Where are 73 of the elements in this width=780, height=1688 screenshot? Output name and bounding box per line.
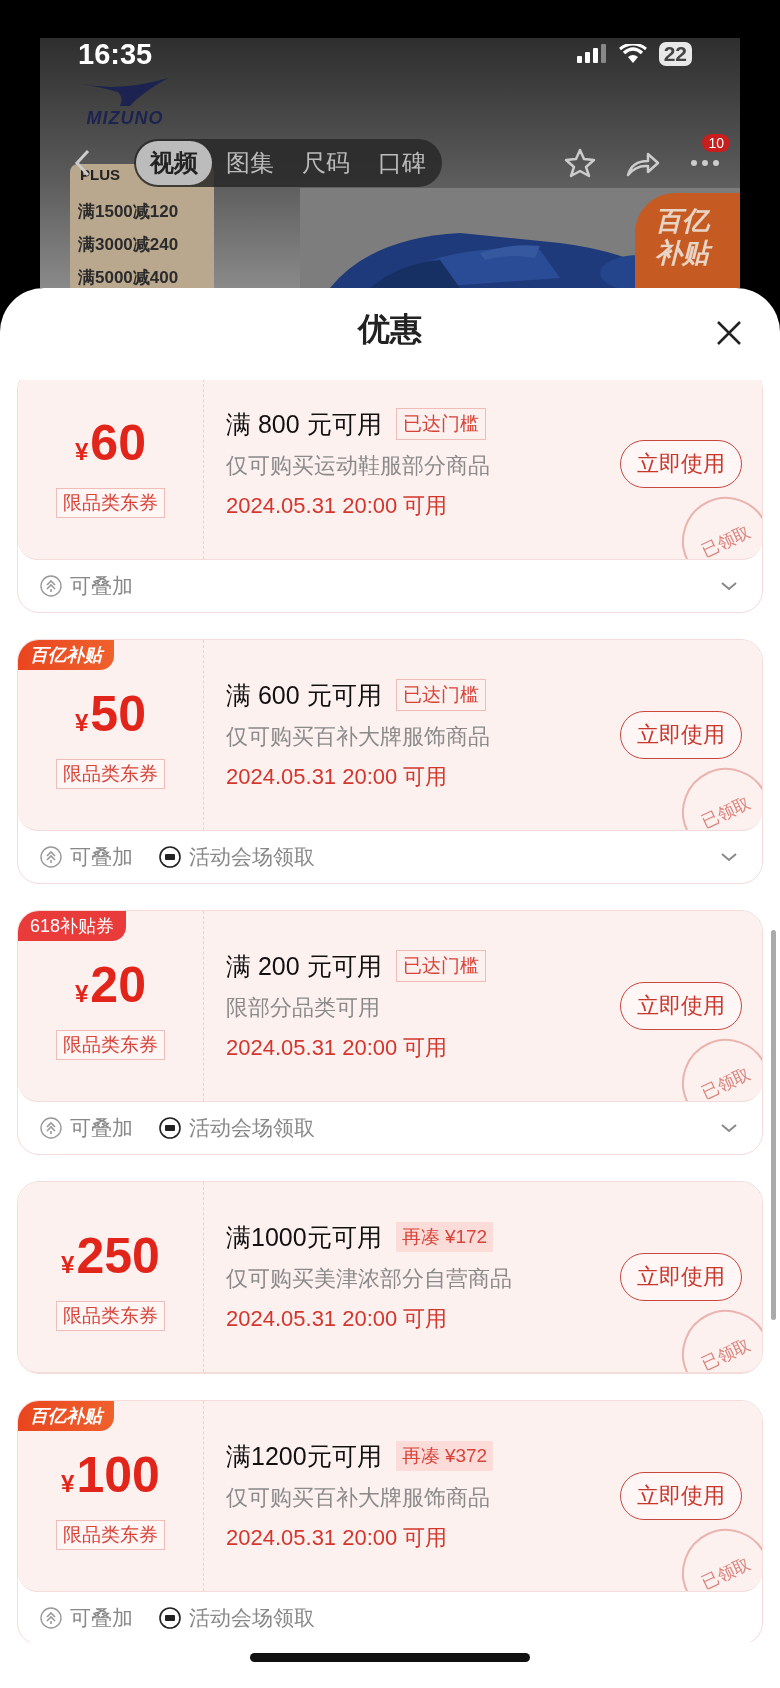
sheet-title: 优惠 <box>358 310 422 349</box>
coupon-scope: 仅可购买百补大牌服饰商品 <box>226 1483 491 1512</box>
ticket-icon <box>159 1117 181 1139</box>
use-button[interactable]: 立即使用 <box>620 982 742 1030</box>
threshold-badge: 已达门槛 <box>395 679 486 711</box>
stack-icon <box>40 1117 62 1139</box>
category-tag: 限品类东券 <box>56 1300 165 1331</box>
stack-icon <box>40 846 62 868</box>
coupon-tag: 百亿补贴 <box>18 1401 114 1431</box>
use-button[interactable]: 立即使用 <box>620 440 742 488</box>
plus-label: PLUS <box>79 166 120 185</box>
threshold-badge: 再凑 ¥372 <box>395 1441 494 1471</box>
notification-badge: 10 <box>702 134 730 152</box>
coupon-date: 2024.05.31 20:00 可用 <box>226 1523 449 1552</box>
star-icon[interactable] <box>564 148 596 178</box>
coupon-feature: 活动会场领取 <box>189 844 315 870</box>
coupon-feature: 活动会场领取 <box>189 1605 315 1631</box>
coupon-tag: 618补贴券 <box>18 911 127 941</box>
category-tag: 限品类东券 <box>56 758 165 789</box>
chevron-down-icon[interactable] <box>720 852 738 862</box>
media-tab[interactable]: 口碑 <box>364 141 440 185</box>
promo-line: 满5000减400 <box>78 267 180 288</box>
status-time: 16:35 <box>78 38 154 71</box>
threshold-badge: 已达门槛 <box>395 408 486 440</box>
coupon-scope: 仅可购买百补大牌服饰商品 <box>226 722 491 751</box>
category-tag: 限品类东券 <box>56 487 165 518</box>
coupon-amount: ¥100 <box>61 1446 160 1505</box>
chevron-down-icon[interactable] <box>720 1123 738 1133</box>
stack-icon <box>40 575 62 597</box>
coupon-feature: 活动会场领取 <box>189 1115 315 1141</box>
close-icon[interactable] <box>716 320 742 346</box>
promo-line: 满3000减240 <box>78 234 180 256</box>
coupon-date: 2024.05.31 20:00 可用 <box>226 762 449 791</box>
ticket-icon <box>159 1607 181 1629</box>
promo-line: 满1500减120 <box>78 201 180 223</box>
wifi-icon <box>618 44 647 64</box>
coupon-amount: ¥60 <box>75 414 146 473</box>
coupon-scope: 仅可购买美津浓部分自营商品 <box>226 1264 513 1293</box>
chevron-down-icon[interactable] <box>720 581 738 591</box>
signal-icon <box>576 44 607 64</box>
subsidy-badge: 百亿补贴 <box>635 193 740 288</box>
coupon-condition: 满 800 元可用 <box>226 408 382 440</box>
category-tag: 限品类东券 <box>56 1029 165 1060</box>
coupon-date: 2024.05.31 20:00 可用 <box>226 1304 449 1333</box>
coupon-feature: 可叠加 <box>70 1115 133 1141</box>
coupon-amount: ¥20 <box>75 956 146 1015</box>
media-tab[interactable]: 图集 <box>212 141 288 185</box>
coupon-amount: ¥250 <box>61 1227 160 1286</box>
media-tab[interactable]: 尺码 <box>288 141 364 185</box>
use-button[interactable]: 立即使用 <box>620 1253 742 1301</box>
more-icon[interactable] <box>690 159 720 167</box>
ticket-icon <box>159 846 181 868</box>
use-button[interactable]: 立即使用 <box>620 1472 742 1520</box>
threshold-badge: 再凑 ¥172 <box>395 1222 494 1252</box>
coupon-condition: 满 600 元可用 <box>226 679 382 711</box>
battery-level: 22 <box>658 42 692 66</box>
coupon-date: 2024.05.31 20:00 可用 <box>226 1033 449 1062</box>
coupon-feature: 可叠加 <box>70 1605 133 1631</box>
stack-icon <box>40 1607 62 1629</box>
media-tab[interactable]: 视频 <box>136 141 212 185</box>
coupon-date: 2024.05.31 20:00 可用 <box>226 491 449 520</box>
coupon-tag: 百亿补贴 <box>18 640 114 670</box>
coupon-condition: 满1200元可用 <box>226 1440 382 1472</box>
coupon-amount: ¥50 <box>75 685 146 744</box>
use-button[interactable]: 立即使用 <box>620 711 742 759</box>
threshold-badge: 已达门槛 <box>395 950 486 982</box>
coupon-scope: 仅可购买运动鞋服部分商品 <box>226 451 491 480</box>
coupon-feature: 可叠加 <box>70 844 133 870</box>
coupon-scope: 限部分品类可用 <box>226 993 381 1022</box>
coupon-condition: 满1000元可用 <box>226 1221 382 1253</box>
category-tag: 限品类东券 <box>56 1519 165 1550</box>
coupon-condition: 满 200 元可用 <box>226 950 382 982</box>
coupon-feature: 可叠加 <box>70 573 133 599</box>
